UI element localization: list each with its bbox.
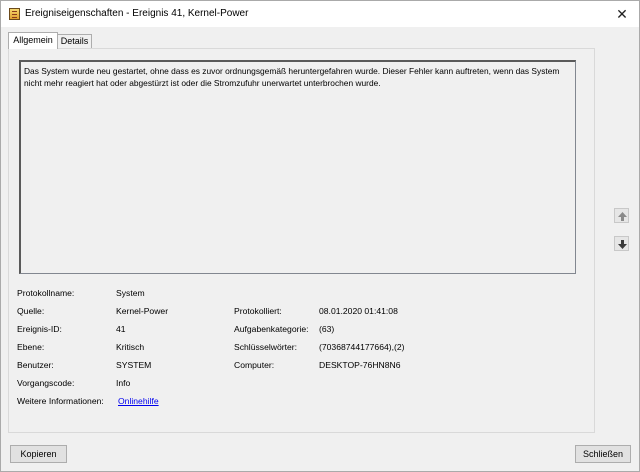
computer-label: Computer: [234,360,275,370]
log-name-value[interactable]: System [116,288,145,298]
user-value[interactable]: SYSTEM [116,360,151,370]
log-name-label: Protokollname: [17,288,75,298]
computer-value[interactable]: DESKTOP-76HN8N6 [319,360,401,370]
event-log-icon [9,8,20,20]
source-value[interactable]: Kernel-Power [116,306,168,316]
close-window-button[interactable]: ✕ [605,1,639,27]
logged-value[interactable]: 08.01.2020 01:41:08 [319,306,398,316]
window-title: Ereigniseigenschaften - Ereignis 41, Ker… [25,8,249,19]
arrow-up-icon [618,212,627,221]
tab-general[interactable]: Allgemein [8,32,58,49]
event-properties-window: Ereigniseigenschaften - Ereignis 41, Ker… [0,0,640,472]
arrow-down-icon [618,240,627,249]
level-value[interactable]: Kritisch [116,342,144,352]
event-description[interactable]: Das System wurde neu gestartet, ohne das… [19,60,576,274]
level-label: Ebene: [17,342,45,352]
opcode-label: Vorgangscode: [17,378,75,388]
source-label: Quelle: [17,306,45,316]
task-category-value[interactable]: (63) [319,324,334,334]
user-label: Benutzer: [17,360,54,370]
keywords-label: Schlüsselwörter: [234,342,298,352]
logged-label: Protokolliert: [234,306,282,316]
event-id-value[interactable]: 41 [116,324,126,334]
copy-button[interactable]: Kopieren [10,445,67,463]
event-id-label: Ereignis-ID: [17,324,62,334]
tab-details[interactable]: Details [58,34,92,48]
previous-event-button[interactable] [614,208,629,223]
more-info-label: Weitere Informationen: [17,396,104,406]
task-category-label: Aufgabenkategorie: [234,324,309,334]
next-event-button[interactable] [614,236,629,251]
keywords-value[interactable]: (70368744177664),(2) [319,342,405,352]
opcode-value[interactable]: Info [116,378,130,388]
close-button[interactable]: Schließen [575,445,631,463]
title-bar[interactable]: Ereigniseigenschaften - Ereignis 41, Ker… [1,1,639,27]
online-help-link[interactable]: Onlinehilfe [118,396,159,406]
